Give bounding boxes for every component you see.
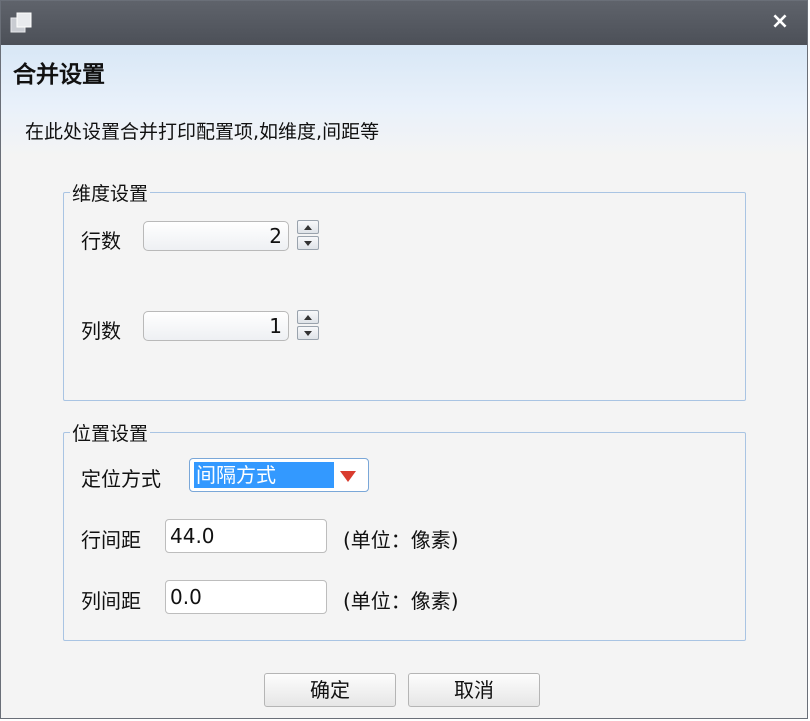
dialog-title: 合并设置 [13,62,105,88]
row-spacing-label: 行间距 [81,528,141,552]
cols-decrement-icon[interactable] [297,326,319,340]
close-icon[interactable]: × [767,9,793,35]
dimension-settings-group: 维度设置 [63,179,746,401]
merge-settings-dialog: × 合并设置 在此处设置合并打印配置项,如维度,间距等 维度设置 行数 2 列数… [0,0,808,719]
dialog-header: 合并设置 在此处设置合并打印配置项,如维度,间距等 [1,45,807,157]
row-spacing-input[interactable]: 44.0 [165,519,327,553]
position-settings-legend: 位置设置 [72,423,149,445]
window-app-icon [10,12,32,33]
positioning-mode-select[interactable]: 间隔方式 [189,458,369,492]
col-spacing-label: 列间距 [81,589,141,613]
positioning-mode-label: 定位方式 [81,467,161,491]
cancel-button[interactable]: 取消 [408,673,540,707]
dialog-description: 在此处设置合并打印配置项,如维度,间距等 [25,121,380,143]
dimension-settings-legend: 维度设置 [72,183,149,205]
cols-label: 列数 [81,319,121,343]
cols-increment-icon[interactable] [297,310,319,324]
title-bar[interactable]: × [1,1,807,45]
rows-increment-icon[interactable] [297,220,319,234]
col-spacing-unit: (单位：像素) [343,589,459,613]
cols-spinner-buttons [297,310,321,342]
rows-decrement-icon[interactable] [297,236,319,250]
positioning-mode-selected-value: 间隔方式 [194,462,334,488]
dropdown-arrow-icon[interactable] [340,471,356,482]
rows-label: 行数 [81,229,121,253]
rows-spinner-buttons [297,220,321,252]
ok-button[interactable]: 确定 [264,673,396,707]
cols-spinner-input[interactable]: 1 [143,311,289,341]
rows-spinner-input[interactable]: 2 [143,221,289,251]
col-spacing-input[interactable]: 0.0 [165,580,327,614]
row-spacing-unit: (单位：像素) [343,528,459,552]
